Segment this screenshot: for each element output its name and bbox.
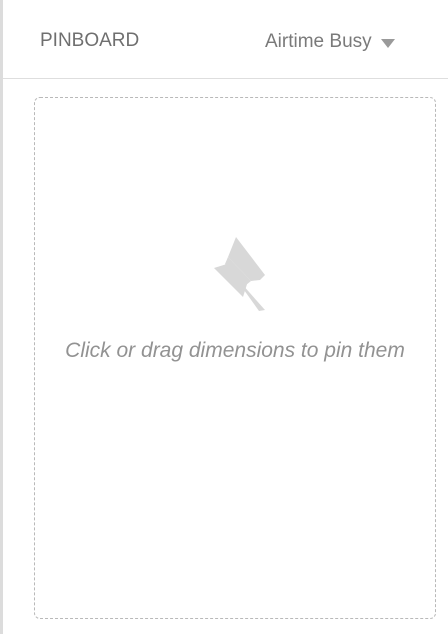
measure-dropdown-label: Airtime Busy — [265, 31, 372, 52]
measure-dropdown[interactable]: Airtime Busy — [265, 27, 395, 57]
caret-down-icon — [380, 39, 395, 48]
pin-icon — [214, 237, 265, 311]
empty-state-message: Click or drag dimensions to pin them — [65, 339, 405, 362]
pinboard-panel: PINBOARD Airtime Busy Click or drag dime… — [0, 0, 448, 634]
pin-dropzone[interactable]: Click or drag dimensions to pin them — [34, 97, 436, 619]
pinboard-header: PINBOARD Airtime Busy — [3, 0, 448, 79]
pinboard-title: PINBOARD — [40, 30, 140, 51]
